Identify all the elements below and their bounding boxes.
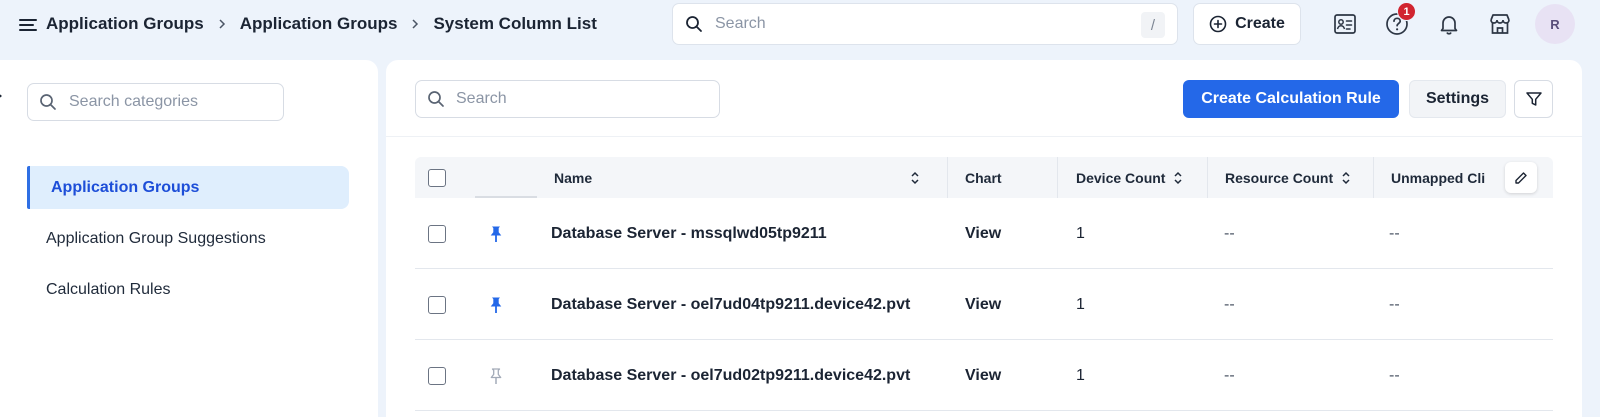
column-header-resource-count-label: Resource Count <box>1225 169 1334 186</box>
breadcrumb: Application Groups Application Groups Sy… <box>46 0 597 48</box>
table-header: Name Chart Device Count Resource Count U… <box>415 157 1553 198</box>
contact-card-icon[interactable] <box>1332 11 1358 37</box>
row-chart-view-link[interactable]: View <box>965 340 1001 411</box>
collapse-arrow-icon[interactable] <box>0 91 4 101</box>
notification-count-badge: 1 <box>1397 2 1416 21</box>
column-divider <box>1373 157 1374 198</box>
category-search[interactable] <box>27 83 284 121</box>
sidebar-item-application-group-suggestions[interactable]: Application Group Suggestions <box>27 217 349 260</box>
column-header-name-label: Name <box>554 169 593 186</box>
create-calculation-rule-button[interactable]: Create Calculation Rule <box>1183 80 1399 118</box>
divider <box>386 136 1582 137</box>
sidebar-item-calculation-rules[interactable]: Calculation Rules <box>27 268 349 311</box>
table-row[interactable]: Database Server - oel7ud02tp9211.device4… <box>415 340 1553 411</box>
global-search[interactable]: / <box>672 3 1178 45</box>
pin-icon[interactable] <box>488 296 504 314</box>
column-divider <box>1057 157 1058 198</box>
column-header-resource-count[interactable]: Resource Count <box>1225 157 1351 198</box>
row-device-count: 1 <box>1076 295 1085 313</box>
row-checkbox[interactable] <box>428 295 446 314</box>
column-header-unmapped-label: Unmapped Cli <box>1391 169 1486 186</box>
sort-icon[interactable] <box>1341 170 1351 186</box>
table-row[interactable]: Database Server - oel7ud04tp9211.device4… <box>415 269 1553 340</box>
table-row[interactable]: Database Server - mssqlwd05tp9211 View 1… <box>415 198 1553 269</box>
pencil-icon <box>1515 171 1527 184</box>
global-search-input[interactable] <box>715 15 1115 33</box>
row-name[interactable]: Database Server - mssqlwd05tp9211 <box>551 198 827 269</box>
edit-columns-button[interactable] <box>1505 162 1537 193</box>
row-unmapped: -- <box>1389 295 1400 313</box>
row-device-count: 1 <box>1076 366 1085 384</box>
row-chart-view-link[interactable]: View <box>965 198 1001 269</box>
settings-button[interactable]: Settings <box>1409 80 1506 118</box>
row-name[interactable]: Database Server - oel7ud04tp9211.device4… <box>551 269 910 340</box>
application-groups-table: Name Chart Device Count Resource Count U… <box>415 157 1553 411</box>
column-header-chart[interactable]: Chart <box>965 157 1002 198</box>
pin-icon[interactable] <box>488 225 504 243</box>
category-search-input[interactable] <box>69 93 269 111</box>
menu-icon[interactable] <box>18 15 38 35</box>
create-button-label: Create <box>1235 15 1285 32</box>
sort-icon[interactable] <box>1173 170 1183 186</box>
breadcrumb-item[interactable]: Application Groups <box>240 14 398 34</box>
chevron-right-icon <box>219 19 225 29</box>
row-resource-count: -- <box>1224 366 1235 384</box>
row-device-count: 1 <box>1076 224 1085 242</box>
row-unmapped: -- <box>1389 366 1400 384</box>
select-all-checkbox[interactable] <box>428 168 446 187</box>
row-resource-count: -- <box>1224 224 1235 242</box>
category-sidebar: Application Groups Application Group Sug… <box>0 60 378 417</box>
search-shortcut-key: / <box>1141 12 1165 38</box>
table-search-input[interactable] <box>456 90 706 108</box>
column-divider <box>947 157 948 198</box>
table-search[interactable] <box>415 80 720 118</box>
top-bar: Application Groups Application Groups Sy… <box>0 0 1600 60</box>
column-header-chart-label: Chart <box>965 169 1002 186</box>
create-button[interactable]: Create <box>1193 3 1301 45</box>
column-header-name[interactable]: Name <box>554 157 934 198</box>
breadcrumb-item[interactable]: Application Groups <box>46 14 204 34</box>
plus-circle-icon <box>1209 15 1227 33</box>
filter-button[interactable] <box>1514 80 1553 118</box>
column-divider <box>1207 157 1208 198</box>
row-resource-count: -- <box>1224 295 1235 313</box>
sort-icon[interactable] <box>910 170 920 186</box>
chevron-right-icon <box>412 19 419 29</box>
row-unmapped: -- <box>1389 224 1400 242</box>
column-header-device-count[interactable]: Device Count <box>1076 157 1183 198</box>
search-icon <box>40 94 56 110</box>
breadcrumb-current: System Column List <box>433 14 597 33</box>
row-checkbox[interactable] <box>428 366 446 385</box>
store-icon[interactable] <box>1487 11 1513 37</box>
main-panel: Create Calculation Rule Settings Name Ch… <box>386 60 1582 417</box>
search-icon <box>686 16 702 32</box>
row-checkbox[interactable] <box>428 224 446 243</box>
user-avatar[interactable]: R <box>1535 4 1575 44</box>
row-chart-view-link[interactable]: View <box>965 269 1001 340</box>
column-header-device-count-label: Device Count <box>1076 169 1166 186</box>
column-header-unmapped[interactable]: Unmapped Cli <box>1391 157 1503 198</box>
pin-outline-icon[interactable] <box>488 367 504 385</box>
sidebar-item-application-groups[interactable]: Application Groups <box>27 166 349 209</box>
search-icon <box>428 91 444 107</box>
bell-icon[interactable] <box>1436 11 1462 37</box>
row-name[interactable]: Database Server - oel7ud02tp9211.device4… <box>551 340 910 411</box>
filter-icon <box>1525 92 1542 106</box>
